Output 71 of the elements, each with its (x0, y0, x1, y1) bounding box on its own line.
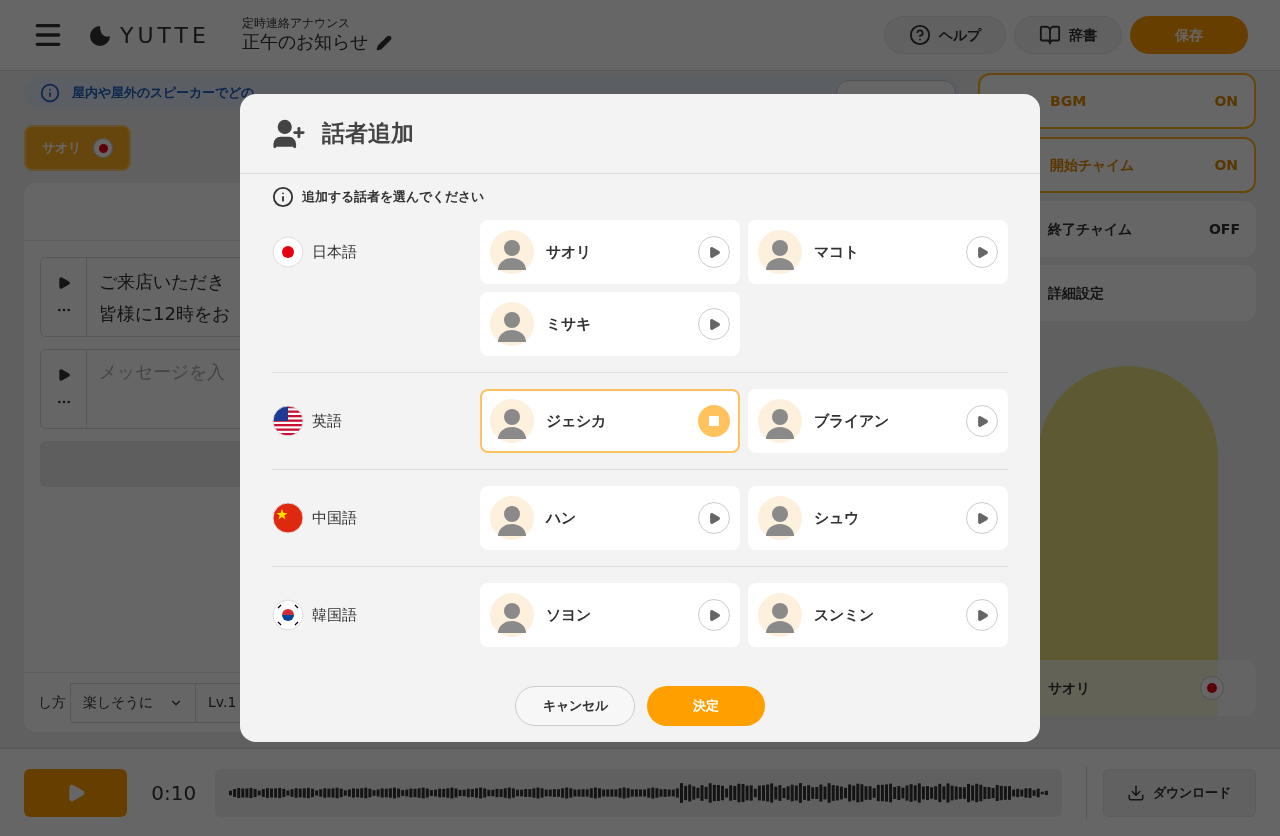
flag-icon (272, 236, 304, 268)
play-icon (707, 511, 721, 525)
avatar-icon (490, 593, 534, 637)
style-select[interactable]: 楽しそうに (70, 682, 196, 723)
avatar-icon (758, 496, 802, 540)
speaker-card[interactable]: スンミン (748, 583, 1008, 647)
flag-icon (1200, 676, 1224, 700)
play-icon (975, 608, 989, 622)
logo-icon (88, 24, 112, 46)
language-label: 英語 (312, 410, 342, 432)
play-icon (707, 317, 721, 331)
download-button[interactable]: ダウンロード (1102, 768, 1256, 817)
speaker-card[interactable]: ミサキ (480, 292, 740, 356)
cancel-button[interactable]: キャンセル (515, 686, 635, 726)
language-label: 中国語 (312, 507, 357, 529)
speaker-name: ジェシカ (546, 410, 606, 432)
play-icon (975, 414, 989, 428)
flag-icon (272, 502, 304, 534)
speaker-name: スンミン (814, 604, 874, 626)
speaker-name: サオリ (546, 241, 591, 263)
announcement-title: 正午のお知らせ (241, 31, 368, 54)
avatar-icon (490, 399, 534, 443)
language-label: 日本語 (312, 241, 357, 263)
stop-icon (709, 416, 719, 426)
avatar-icon (490, 496, 534, 540)
book-icon (1039, 24, 1061, 46)
dialog-title: 話者追加 (322, 119, 414, 149)
app-name: YUTTE (120, 21, 210, 50)
info-icon (272, 186, 294, 208)
avatar-icon (758, 230, 802, 274)
flag-icon (272, 405, 304, 437)
message-line: ご来店いただき (99, 270, 226, 294)
avatar-icon (490, 230, 534, 274)
message-line: 皆様に12時をお (99, 302, 230, 326)
speaker-card[interactable]: ジェシカ (480, 389, 740, 453)
speaker-name: ハン (546, 507, 576, 529)
language-label: 韓国語 (312, 604, 357, 626)
speaker-name: シュウ (814, 507, 859, 529)
style-label: し方 (37, 693, 66, 712)
speaker-name: ソヨン (546, 604, 591, 626)
speaker-name: マコト (814, 241, 859, 263)
dictionary-button[interactable]: 辞書 (1014, 16, 1122, 54)
play-icon[interactable] (56, 368, 71, 382)
speaker-card[interactable]: シュウ (748, 486, 1008, 550)
speaker-card[interactable]: サオリ (480, 220, 740, 284)
avatar-icon (490, 302, 534, 346)
avatar-icon (758, 399, 802, 443)
play-icon (707, 608, 721, 622)
play-icon (975, 511, 989, 525)
play-icon (975, 245, 989, 259)
waveform-track[interactable] (215, 768, 1062, 817)
help-button[interactable]: ヘルプ (884, 16, 1006, 54)
play-icon[interactable] (56, 276, 71, 290)
download-icon (1127, 783, 1146, 802)
flag-icon (272, 599, 304, 631)
speaker-card[interactable]: ハン (480, 486, 740, 550)
speaker-name: ミサキ (546, 313, 591, 335)
flag-icon (93, 138, 113, 158)
character-name: サオリ (1048, 678, 1090, 698)
speaker-card[interactable]: マコト (748, 220, 1008, 284)
help-icon (909, 24, 931, 46)
edit-icon[interactable] (375, 34, 392, 51)
dialog-hint: 追加する話者を選んでください (302, 188, 484, 207)
speaker-name: ブライアン (814, 410, 889, 432)
confirm-button[interactable]: 決定 (647, 686, 765, 726)
play-icon (707, 245, 721, 259)
announcement-type: 定時連絡アナウンス (241, 16, 351, 32)
speaker-card[interactable]: ブライアン (748, 389, 1008, 453)
speaker-card[interactable]: ソヨン (480, 583, 740, 647)
avatar-icon (758, 593, 802, 637)
info-icon (40, 83, 60, 103)
